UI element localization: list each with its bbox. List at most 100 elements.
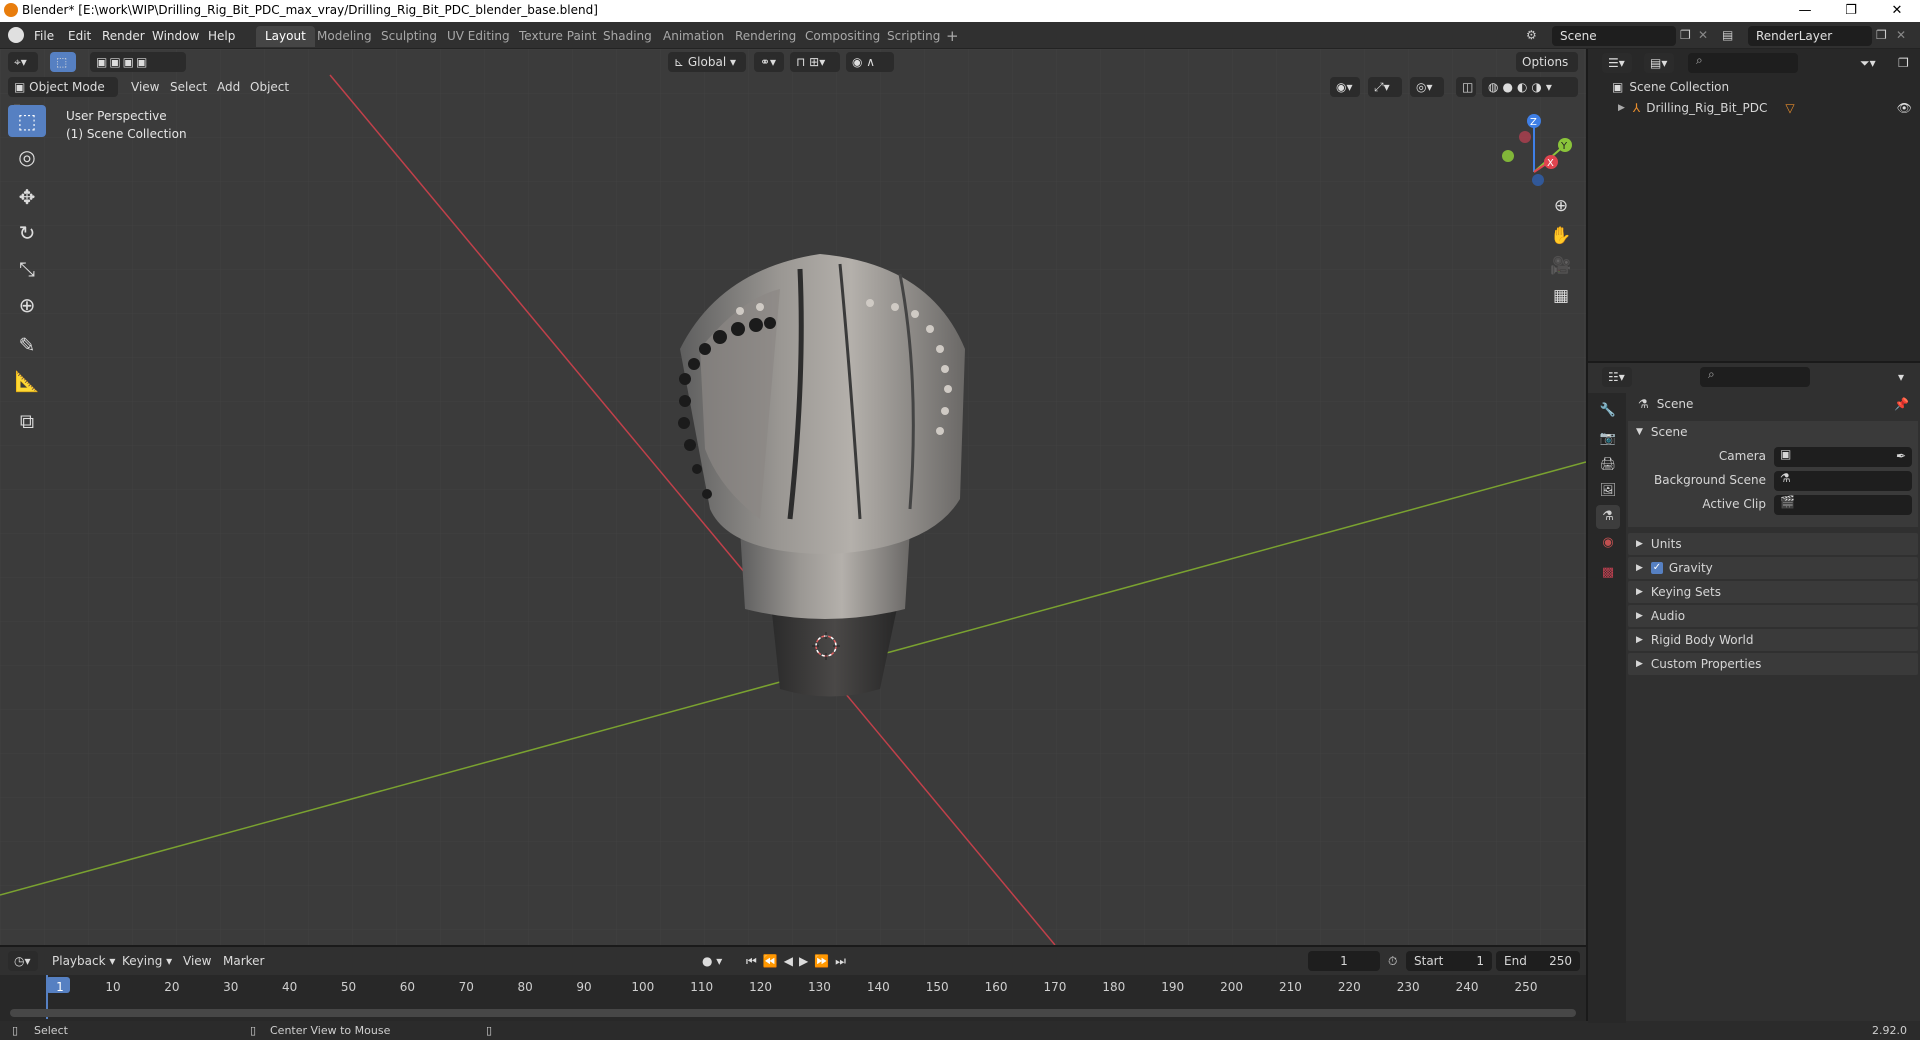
properties-search-input[interactable]: ⌕ (1700, 367, 1810, 387)
cursor-tool-icon[interactable]: ◎ (8, 141, 46, 173)
section-keying-sets[interactable]: ▶ Keying Sets (1628, 581, 1918, 603)
gizmo-toggle-icon[interactable]: ⤢▾ (1368, 77, 1402, 97)
viewport-menu-select[interactable]: Select (170, 77, 207, 97)
gravity-checkbox[interactable]: ✓ (1650, 562, 1663, 574)
xray-icon[interactable]: ◫ (1456, 77, 1476, 97)
frame-label: 190 (1161, 980, 1185, 994)
pivot-icon[interactable]: ⚭▾ (754, 52, 784, 72)
measure-tool-icon[interactable]: 📐 (8, 365, 46, 397)
timeline-scrollbar[interactable] (10, 1009, 1576, 1017)
viewport-canvas[interactable]: Z Y X (0, 49, 1586, 945)
background-scene-field[interactable]: ⚗ (1774, 471, 1912, 491)
3d-viewport[interactable]: Z Y X ⌖▾ ⬚ ▣▣▣▣ ⊾ Global ▾ ⚭▾ ⊓ ⊞▾ ◉ ∧ O… (0, 49, 1586, 945)
move-tool-icon[interactable]: ✥ (8, 181, 46, 213)
tab-animation[interactable]: Animation (654, 26, 733, 47)
active-clip-field[interactable]: 🎬 (1774, 495, 1912, 515)
scene-icon[interactable]: ⚙ (1526, 28, 1537, 42)
selection-mode-icons[interactable]: ▣▣▣▣ (90, 52, 186, 72)
tab-shading[interactable]: Shading (594, 26, 661, 47)
blender-menu-icon[interactable] (8, 27, 24, 43)
properties-editor-type-icon[interactable]: ☷▾ (1602, 367, 1632, 387)
new-layer-icon[interactable]: ❐ (1876, 28, 1887, 42)
viewport-menu-add[interactable]: Add (217, 77, 240, 97)
eye-icon[interactable]: 👁 (1897, 101, 1912, 115)
transform-orientation-dropdown[interactable]: ⊾ Global ▾ (668, 52, 746, 72)
menu-window[interactable]: Window (148, 27, 203, 45)
section-audio[interactable]: ▶ Audio (1628, 605, 1918, 627)
outliner-root[interactable]: ▣ Scene Collection (1612, 77, 1729, 97)
tab-texture-paint[interactable]: Texture Paint (510, 26, 605, 47)
close-icon[interactable]: ✕ (1874, 0, 1920, 22)
output-tab-icon[interactable]: 🖨 (1596, 453, 1620, 477)
menu-edit[interactable]: Edit (64, 27, 95, 45)
zoom-icon[interactable]: ⊕ (1548, 193, 1574, 219)
world-tab-icon[interactable]: ◉ (1596, 531, 1620, 555)
section-gravity[interactable]: ▶ ✓ Gravity (1628, 557, 1918, 579)
tab-layout[interactable]: Layout (256, 26, 315, 47)
add-cube-tool-icon[interactable]: ⧉ (8, 405, 46, 437)
tab-uv-editing[interactable]: UV Editing (438, 26, 519, 47)
expand-arrow-icon[interactable]: ▶ (1618, 103, 1625, 113)
render-tab-icon[interactable]: 📷 (1596, 427, 1620, 451)
camera-view-icon[interactable]: 🎥 (1548, 253, 1574, 279)
new-collection-icon[interactable]: ❐ (1898, 53, 1909, 73)
pin-icon[interactable]: 📌 (1894, 397, 1909, 411)
scene-tab-icon[interactable]: ⚗ (1596, 505, 1620, 529)
delete-layer-icon[interactable]: ✕ (1896, 28, 1906, 42)
options-dropdown[interactable]: Options ▾ (1516, 52, 1578, 89)
add-workspace-icon[interactable]: + (946, 27, 959, 45)
frame-ruler[interactable]: 1 10 20 30 40 50 60 70 80 90 100 110 120 130 140 150 160… (0, 947, 1586, 997)
select-box-icon[interactable]: ⬚ (50, 52, 76, 72)
scene-panel-header[interactable]: ▼ Scene (1628, 421, 1918, 443)
scene-selector[interactable]: Scene (1552, 26, 1676, 46)
section-rigid-body-world[interactable]: ▶ Rigid Body World (1628, 629, 1918, 651)
tab-scripting[interactable]: Scripting (878, 26, 949, 47)
snap-icon[interactable]: ⊓ ⊞▾ (790, 52, 840, 72)
object-mode-dropdown[interactable]: ▣ Object Mode ▾ (8, 77, 118, 114)
eyedropper-icon[interactable]: ✒ (1896, 449, 1906, 463)
menu-file[interactable]: File (30, 27, 58, 45)
view-layer-icon[interactable]: ▤ (1722, 28, 1733, 42)
pan-hand-icon[interactable]: ✋ (1548, 223, 1574, 249)
texture-tab-icon[interactable]: ▩ (1596, 561, 1620, 585)
outliner-item[interactable]: ▶ ⅄ Drilling_Rig_Bit_PDC ▽ 👁 (1618, 98, 1912, 118)
transform-tool-icon[interactable]: ⊕ (8, 289, 46, 321)
select-tool-icon[interactable]: ⬚ (8, 105, 46, 137)
scale-tool-icon[interactable]: ⤡ (8, 253, 46, 285)
render-layer-selector[interactable]: RenderLayer (1748, 26, 1872, 46)
visibility-icon[interactable]: ◉▾ (1330, 77, 1360, 97)
delete-scene-icon[interactable]: ✕ (1698, 28, 1708, 42)
shading-mode-icons[interactable]: ◍●◐◑▾ (1482, 77, 1578, 97)
props-options-icon[interactable]: ▾ (1898, 367, 1904, 387)
section-expand-icon: ▶ (1636, 587, 1643, 597)
tab-sculpting[interactable]: Sculpting (372, 26, 446, 47)
editor-type-icon[interactable]: ⌖▾ (8, 52, 38, 72)
camera-field[interactable]: ▣ ✒ (1774, 447, 1912, 467)
section-units[interactable]: ▶ Units (1628, 533, 1918, 555)
viewport-menu-view[interactable]: View (131, 77, 159, 97)
section-custom-properties[interactable]: ▶ Custom Properties (1628, 653, 1918, 675)
outliner-editor-type-icon[interactable]: ☰▾ (1602, 53, 1632, 73)
new-scene-icon[interactable]: ❐ (1680, 28, 1691, 42)
filter-icon[interactable]: ⏷▾ (1860, 53, 1876, 73)
overlay-toggle-icon[interactable]: ◎▾ (1410, 77, 1444, 97)
tool-tab-icon[interactable]: 🔧 (1596, 399, 1620, 423)
rotate-tool-icon[interactable]: ↻ (8, 217, 46, 249)
ortho-grid-icon[interactable]: ▦ (1548, 283, 1574, 309)
view-layer-tab-icon[interactable]: 🖼 (1596, 479, 1620, 503)
proportional-edit-icon[interactable]: ◉ ∧ (846, 52, 894, 72)
menu-help[interactable]: Help (204, 27, 239, 45)
menu-render[interactable]: Render (98, 27, 149, 45)
restore-icon[interactable]: ❐ (1828, 0, 1874, 22)
section-expand-icon: ▶ (1636, 563, 1643, 573)
tab-modeling[interactable]: Modeling (308, 26, 381, 47)
outliner-search-input[interactable]: ⌕ (1688, 53, 1798, 73)
tab-rendering[interactable]: Rendering (726, 26, 805, 47)
minimize-icon[interactable]: — (1782, 0, 1828, 22)
viewport-menu-object[interactable]: Object (250, 77, 289, 97)
display-mode-icon[interactable]: ▤▾ (1644, 53, 1674, 73)
section-expand-icon: ▶ (1636, 539, 1643, 549)
tab-compositing[interactable]: Compositing (796, 26, 889, 47)
annotate-tool-icon[interactable]: ✎ (8, 329, 46, 361)
mouse-middle-icon: ▯ (250, 1024, 257, 1037)
